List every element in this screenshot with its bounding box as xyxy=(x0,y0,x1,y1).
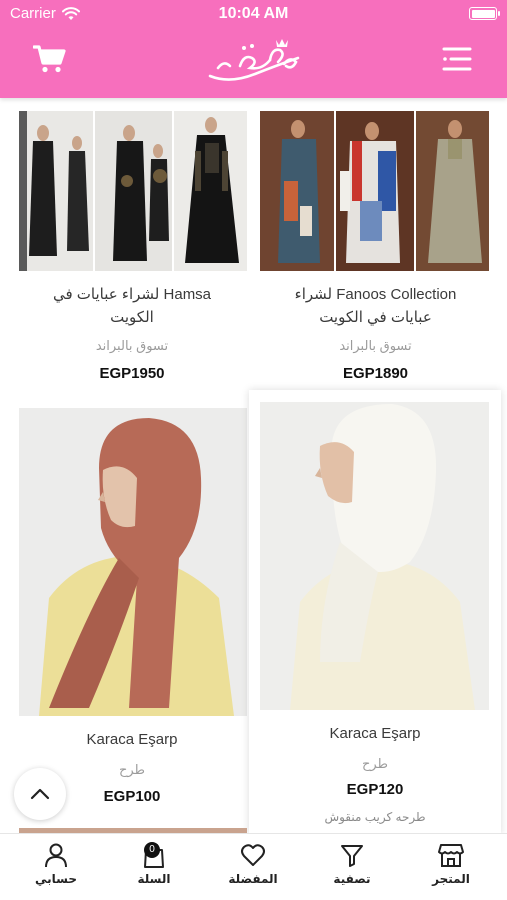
product-brand: تسوق بالبراند xyxy=(95,338,169,353)
product-description: طرحه كريب منقوش xyxy=(324,810,426,824)
tab-filter[interactable]: تصفية xyxy=(312,842,392,896)
product-price: EGP120 xyxy=(346,781,404,798)
menu-button[interactable] xyxy=(437,41,477,77)
app-header: Carrier 10:04 AM xyxy=(0,0,507,98)
tab-account[interactable]: حسابي xyxy=(16,842,96,896)
product-price: EGP1950 xyxy=(99,365,165,382)
user-icon xyxy=(45,843,67,868)
heart-icon xyxy=(241,844,265,866)
product-title[interactable]: Hamsa لشراء عبايات في الكويت xyxy=(10,283,254,329)
product-card-highlighted[interactable]: Karaca Eşarp طرح EGP120 طرحه كريب منقوش xyxy=(249,390,501,835)
product-image[interactable] xyxy=(19,408,247,716)
product-brand: تسوق بالبراند xyxy=(339,338,412,353)
product-image[interactable] xyxy=(19,111,247,271)
header-cart-button[interactable] xyxy=(30,41,70,77)
product-title-line: عبايات في الكويت xyxy=(319,309,432,326)
tab-favorites[interactable]: المفضلة xyxy=(213,842,293,896)
brand-logo[interactable] xyxy=(200,36,310,88)
tab-store-label: المتجر xyxy=(432,872,470,886)
chevron-up-icon xyxy=(30,788,50,800)
cart-count-badge: 0 xyxy=(144,842,160,858)
scroll-to-top-button[interactable] xyxy=(14,768,66,820)
product-price: EGP1890 xyxy=(342,365,409,382)
tab-account-label: حسابي xyxy=(34,872,77,886)
tab-store[interactable]: المتجر xyxy=(411,842,491,896)
filter-icon xyxy=(341,845,363,867)
status-bar: Carrier 10:04 AM xyxy=(0,0,507,28)
app-screen: Carrier 10:04 AM Hamsa لشراء عبايات في ا… xyxy=(0,0,507,900)
product-card[interactable]: Karaca Eşarp طرح EGP100 xyxy=(10,400,254,830)
tab-cart-label: السلة xyxy=(137,872,171,886)
product-title[interactable]: Karaca Eşarp xyxy=(249,722,501,745)
tab-favorites-label: المفضلة xyxy=(228,872,278,886)
menu-icon xyxy=(442,47,472,71)
product-title-line: Fanoos Collection لشراء xyxy=(294,286,457,303)
product-image[interactable] xyxy=(260,111,489,271)
bottom-tab-bar: حسابي 0 السلة المفضلة تصفية المتجر xyxy=(0,833,507,900)
product-title[interactable]: Karaca Eşarp xyxy=(10,728,254,751)
status-time: 10:04 AM xyxy=(218,5,289,22)
product-category: طرح xyxy=(362,756,388,771)
product-title-line: Hamsa لشراء عبايات في xyxy=(52,286,212,303)
product-card[interactable]: Fanoos Collection لشراء عبايات في الكويت… xyxy=(254,100,497,390)
shopping-cart-icon xyxy=(33,45,66,73)
battery-icon xyxy=(469,7,500,20)
tab-cart[interactable]: 0 السلة xyxy=(114,842,194,896)
nav-bar xyxy=(0,28,507,98)
product-card[interactable]: Hamsa لشراء عبايات في الكويت تسوق بالبرا… xyxy=(10,100,254,390)
product-image[interactable] xyxy=(260,402,489,710)
tab-filter-label: تصفية xyxy=(333,872,371,886)
product-title[interactable]: Fanoos Collection لشراء عبايات في الكويت xyxy=(254,283,497,329)
product-title-line: الكويت xyxy=(110,309,154,326)
store-icon xyxy=(438,844,464,867)
